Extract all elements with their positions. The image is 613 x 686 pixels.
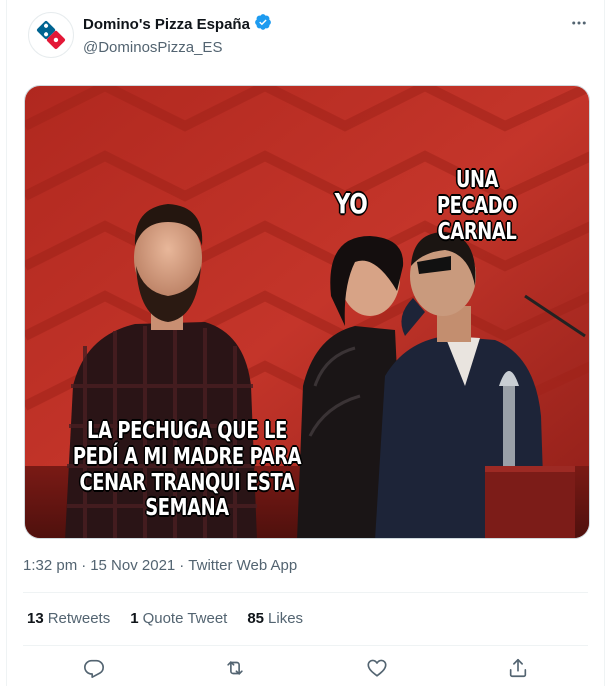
author-handle[interactable]: @DominosPizza_ES (83, 38, 272, 58)
tweet-card: Domino's Pizza España @DominosPizza_ES Y… (6, 0, 605, 686)
share-icon (509, 658, 527, 678)
share-button[interactable] (505, 655, 531, 681)
author-display-name[interactable]: Domino's Pizza España (83, 15, 250, 35)
tweet-media[interactable]: YO UNA PECADO CARNAL LA PECHUGA QUE LE P… (24, 85, 590, 539)
tweet-time[interactable]: 1:32 pm (23, 556, 77, 576)
quotes-label: Quote Tweet (142, 610, 228, 627)
caption-yo: YO (334, 187, 368, 220)
verified-badge-icon (254, 13, 272, 36)
retweets-count: 13 (27, 610, 44, 627)
caption-pechuga: LA PECHUGA QUE LE PEDÍ A MI MADRE PARA C… (72, 417, 302, 522)
likes-count: 85 (247, 610, 265, 627)
divider (23, 592, 588, 593)
divider (23, 645, 588, 646)
likes-stat[interactable]: 85 Likes (247, 609, 303, 629)
like-button[interactable] (364, 655, 390, 681)
reply-icon (84, 659, 104, 678)
tweet-metadata: 1:32 pm · 15 Nov 2021 · Twitter Web App (23, 556, 297, 576)
retweets-stat[interactable]: 13 Retweets (27, 609, 110, 629)
more-horizontal-icon (572, 21, 586, 25)
retweet-button[interactable] (222, 655, 248, 681)
dominos-logo-icon (36, 20, 66, 50)
retweet-icon (227, 661, 243, 675)
likes-label: Likes (268, 610, 304, 627)
tweet-stats: 13 Retweets 1 Quote Tweet 85 Likes (27, 609, 303, 629)
tweet-source[interactable]: Twitter Web App (188, 556, 297, 576)
tweet-actions (7, 655, 604, 681)
caption-una-pecado-carnal: UNA PECADO CARNAL (436, 166, 518, 245)
avatar[interactable] (28, 12, 74, 58)
quote-tweets-stat[interactable]: 1 Quote Tweet (130, 609, 227, 629)
tweet-author: Domino's Pizza España @DominosPizza_ES (83, 13, 272, 58)
tweet-date[interactable]: 15 Nov 2021 (90, 556, 175, 576)
like-icon (367, 659, 387, 677)
meta-separator: · (179, 557, 185, 574)
retweets-label: Retweets (47, 610, 111, 627)
reply-button[interactable] (81, 655, 107, 681)
more-options-button[interactable] (568, 12, 590, 34)
quotes-count: 1 (130, 610, 139, 627)
meta-separator: · (81, 557, 87, 574)
